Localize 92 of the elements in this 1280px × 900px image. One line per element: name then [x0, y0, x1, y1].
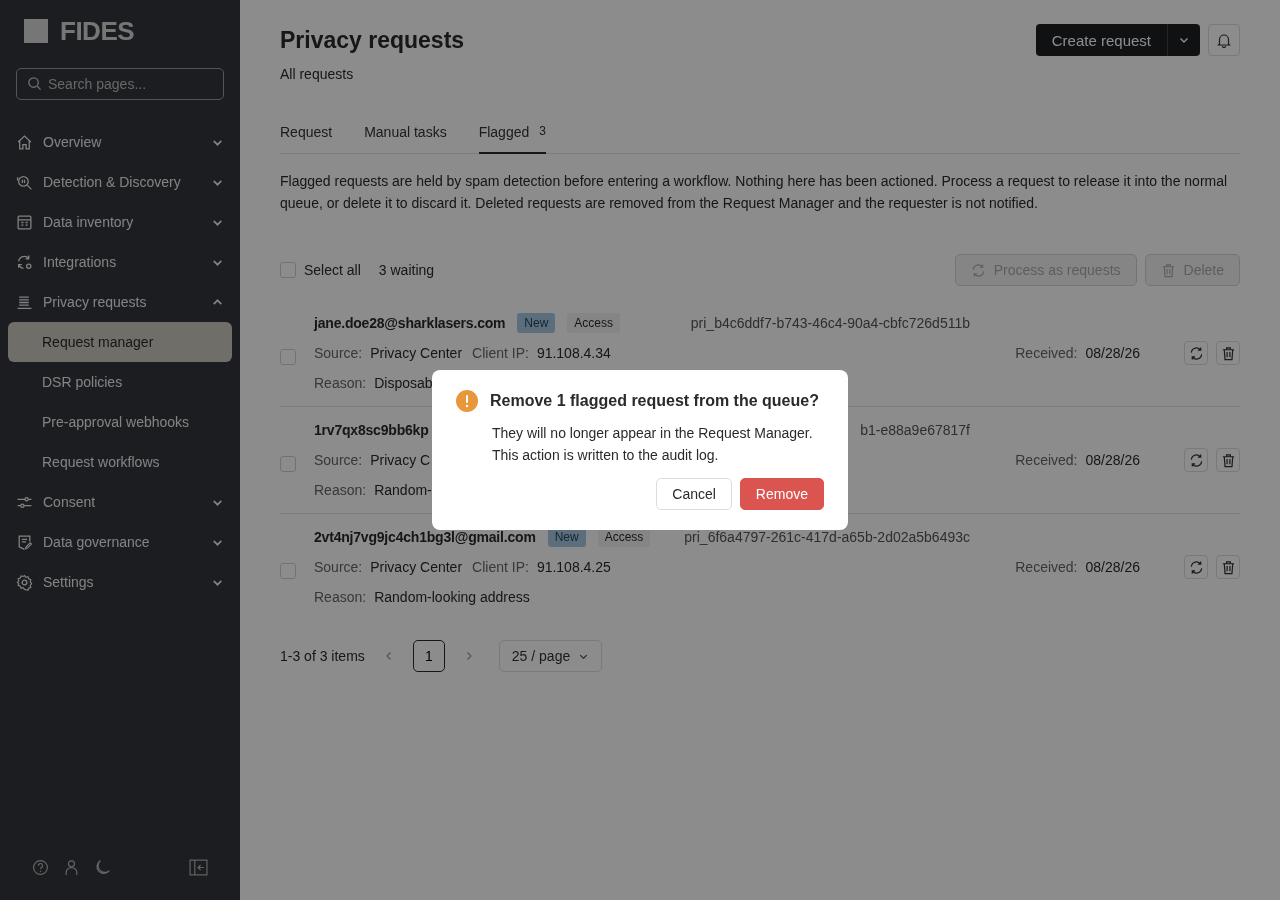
- checkbox[interactable]: [280, 456, 296, 472]
- warning-icon: [456, 390, 478, 412]
- settings-icon: [16, 573, 33, 591]
- field-label: Client IP:: [472, 559, 529, 575]
- process-button[interactable]: [1184, 555, 1208, 579]
- search-field[interactable]: Search pages...: [16, 68, 224, 100]
- scan-icon: [16, 173, 33, 191]
- request-id: pri_b4c6ddf7-b743-46c4-90a4-cbfc726d511b: [690, 315, 970, 331]
- field-value: 08/28/26: [1085, 452, 1140, 468]
- nav-subitem[interactable]: DSR policies: [8, 362, 232, 402]
- checkbox[interactable]: [280, 563, 296, 579]
- table-icon: [16, 213, 33, 231]
- field-value: Disposab: [374, 375, 433, 391]
- page-size-select[interactable]: 25 / page: [498, 640, 603, 672]
- process-button[interactable]: [1184, 448, 1208, 472]
- trash-icon: [1220, 452, 1236, 468]
- tab[interactable]: Manual tasks: [364, 118, 447, 154]
- field-label: Client IP:: [472, 345, 529, 361]
- logo-text: FIDES: [60, 15, 135, 47]
- field-value: Random-looking address: [374, 589, 530, 605]
- delete-button[interactable]: [1216, 341, 1240, 365]
- document-pen-icon: [16, 533, 33, 551]
- request-id: b1-e88a9e67817f: [860, 422, 970, 438]
- field-value: Privacy Center: [370, 345, 463, 361]
- page-button[interactable]: 1: [412, 640, 445, 672]
- field-value: Random-: [374, 482, 432, 498]
- tag: New: [517, 313, 556, 333]
- nav-subitem[interactable]: Request manager: [8, 322, 232, 362]
- field-label: Source:: [314, 452, 363, 468]
- trash-icon: [1160, 262, 1176, 278]
- field-value: 08/28/26: [1085, 559, 1140, 575]
- refresh-icon: [1188, 345, 1204, 361]
- dialog-title: Remove 1 flagged request from the queue?: [490, 392, 819, 410]
- trash-icon: [1220, 345, 1236, 361]
- home-icon: [16, 133, 33, 151]
- field-label: Reason:: [314, 375, 367, 391]
- nav-item[interactable]: Detection & Discovery: [8, 162, 232, 202]
- moon-icon[interactable]: [94, 859, 111, 876]
- nav-item[interactable]: Data governance: [8, 522, 232, 562]
- collapse-sidebar-icon[interactable]: [189, 859, 208, 876]
- field-label: Source:: [314, 559, 363, 575]
- tag: Access: [567, 313, 621, 333]
- requester-email: jane.doe28@sharklasers.com: [314, 315, 506, 331]
- refresh-icon: [1188, 559, 1204, 575]
- logo-icon: [24, 19, 48, 43]
- nav-item[interactable]: Privacy requests: [8, 282, 232, 322]
- request-id: pri_6f6a4797-261c-417d-a65b-2d02a5b6493c: [684, 529, 970, 545]
- pagination-summary: 1-3 of 3 items: [280, 648, 365, 664]
- page-title: Privacy requests: [280, 26, 465, 54]
- nav-item[interactable]: Integrations: [8, 242, 232, 282]
- user-icon[interactable]: [63, 859, 80, 876]
- field-label: Received:: [1015, 345, 1078, 361]
- dialog-message: They will no longer appear in the Request Manager. This action is written to the audit log.: [492, 424, 814, 465]
- refresh-icon: [1188, 452, 1204, 468]
- field-label: Received:: [1015, 559, 1078, 575]
- delete-button[interactable]: [1216, 448, 1240, 472]
- field-label: Received:: [1015, 452, 1078, 468]
- nav-item[interactable]: Overview: [8, 122, 232, 162]
- nav-item[interactable]: Consent: [8, 482, 232, 522]
- field-value: Privacy Center: [370, 559, 463, 575]
- field-value: 91.108.4.25: [536, 559, 611, 575]
- tab[interactable]: Flagged 3: [478, 118, 546, 154]
- nav-item[interactable]: Settings: [8, 562, 232, 602]
- sync-gear-icon: [16, 253, 33, 271]
- notifications-button[interactable]: [1208, 24, 1240, 56]
- delete-button[interactable]: [1216, 555, 1240, 579]
- checkbox[interactable]: [280, 262, 296, 278]
- field-value: 91.108.4.34: [536, 345, 611, 361]
- nav-item[interactable]: Data inventory: [8, 202, 232, 242]
- process-button[interactable]: [1184, 341, 1208, 365]
- checkbox[interactable]: [280, 349, 296, 365]
- description-text: Flagged requests are held by spam detection before entering a workflow. Nothing here has been actioned. Process a request to release it into the normal queue, or delete it to discard it. Deleted requests are removed from the Request Manager and the requester is not notified.: [280, 172, 1229, 213]
- field-label: Reason:: [314, 482, 367, 498]
- field-label: Source:: [314, 345, 363, 361]
- cancel-button[interactable]: Cancel: [656, 478, 732, 510]
- tab[interactable]: Request: [280, 118, 333, 154]
- help-icon[interactable]: [32, 859, 49, 876]
- select-all-label[interactable]: Select all: [304, 262, 361, 278]
- requester-email: 1rv7qx8sc9bb6kp: [314, 422, 429, 438]
- search-icon: [27, 76, 42, 91]
- nav-subitem[interactable]: Pre-approval webhooks: [8, 402, 232, 442]
- field-value: Privacy C: [370, 452, 431, 468]
- trash-icon: [1220, 559, 1236, 575]
- bell-icon: [1216, 32, 1232, 48]
- nav-subitem[interactable]: Request workflows: [8, 442, 232, 482]
- refresh-icon: [970, 262, 986, 278]
- page-subtitle: All requests: [280, 66, 355, 82]
- requester-email: 2vt4nj7vg9jc4ch1bg3l@gmail.com: [314, 529, 536, 545]
- remove-button[interactable]: Remove: [739, 478, 824, 510]
- field-value: 08/28/26: [1085, 345, 1140, 361]
- field-label: Reason:: [314, 589, 367, 605]
- waiting-count: 3 waiting: [378, 262, 435, 278]
